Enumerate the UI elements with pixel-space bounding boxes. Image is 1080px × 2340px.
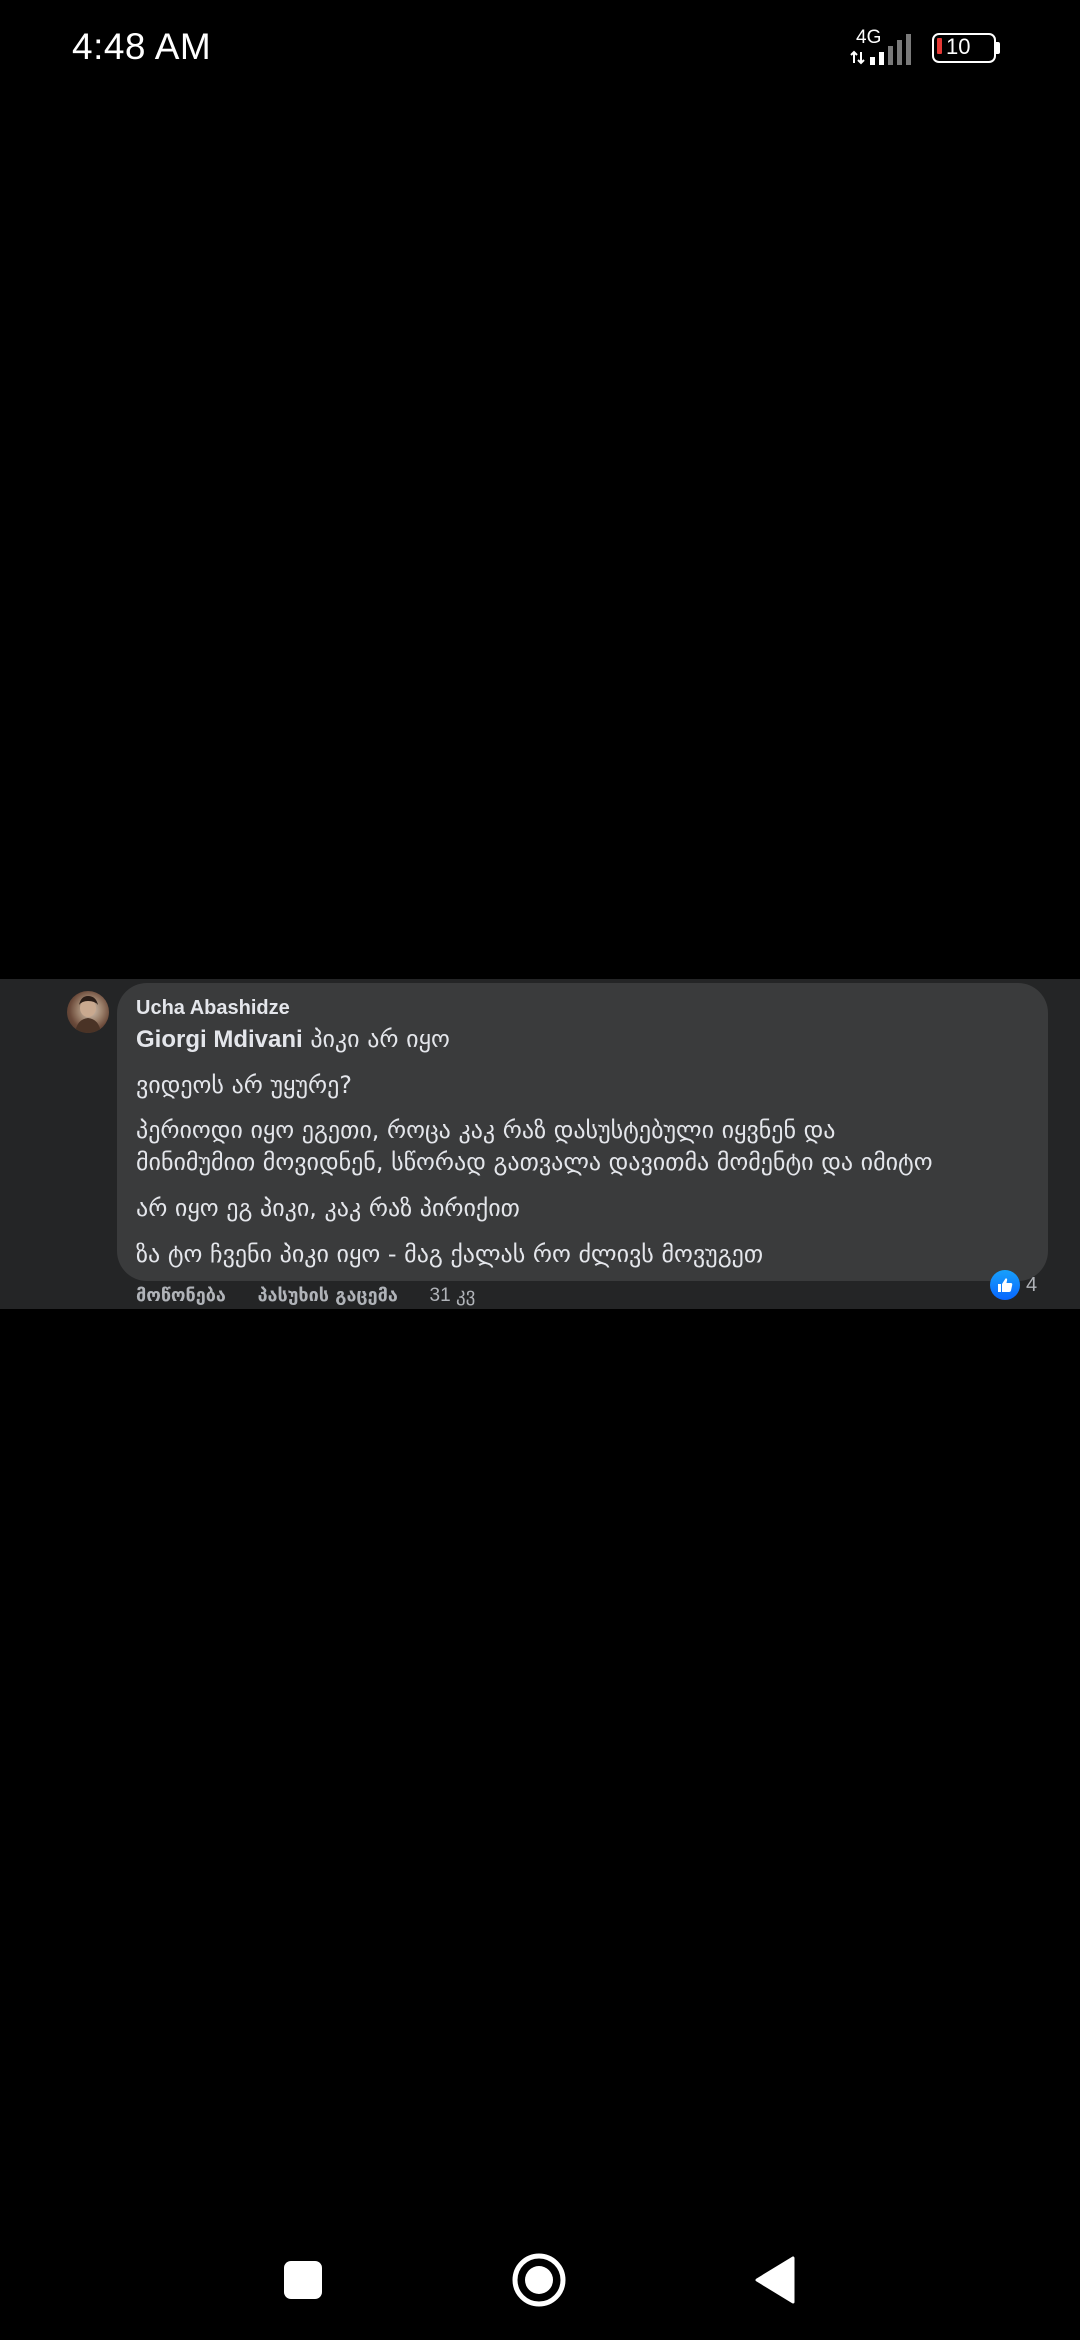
mention-tag[interactable]: Giorgi Mdivani <box>136 1026 303 1053</box>
comment-line-1: Giorgi Mdivani პიკი არ იყო <box>136 1025 450 1054</box>
comment-line: ვიდეოს არ უყურე? <box>136 1071 353 1099</box>
comment-line: ზა ტო ჩვენი პიკი იყო - მაგ ქალას რო ძლივ… <box>136 1240 764 1268</box>
battery-icon: 10 <box>932 33 1000 63</box>
reaction-count: 4 <box>1026 1273 1038 1296</box>
battery-level: 10 <box>946 34 971 59</box>
reaction-summary[interactable]: 4 <box>990 1268 1037 1302</box>
like-button[interactable]: მოწონება <box>136 1285 226 1306</box>
home-button[interactable] <box>509 2250 569 2310</box>
battery-fill <box>937 38 942 54</box>
comment-line-1-text: პიკი არ იყო <box>302 1025 450 1053</box>
comment-actions: მოწონება პასუხის გაცემა 31 კვ <box>136 1284 475 1310</box>
avatar-photo-icon <box>75 996 101 1033</box>
back-triangle-icon <box>755 2256 795 2304</box>
comment-line: პერიოდი იყო ეგეთი, როცა კაკ რაზ დასუსტებ… <box>136 1116 836 1144</box>
recents-square-icon <box>284 2261 322 2299</box>
recents-button[interactable] <box>273 2250 333 2310</box>
back-button[interactable] <box>745 2250 805 2310</box>
comment-timestamp: 31 კვ <box>429 1285 476 1306</box>
comment-author[interactable]: Ucha Abashidze <box>136 997 290 1020</box>
status-time: 4:48 AM <box>72 26 212 67</box>
like-icon <box>990 1270 1020 1300</box>
signal-strength-icon <box>850 34 911 65</box>
avatar[interactable] <box>67 991 109 1033</box>
navigation-bar <box>0 2220 1080 2340</box>
comment-line: არ იყო ეგ პიკი, კაკ რაზ პირიქით <box>136 1194 520 1222</box>
status-bar: 4:48 AM 4G 10 <box>0 0 1080 100</box>
comment-line: მინიმუმით მოვიდნენ, სწორად გათვალა დავით… <box>136 1148 933 1176</box>
reply-button[interactable]: პასუხის გაცემა <box>258 1285 398 1306</box>
home-circle-icon <box>512 2253 566 2307</box>
